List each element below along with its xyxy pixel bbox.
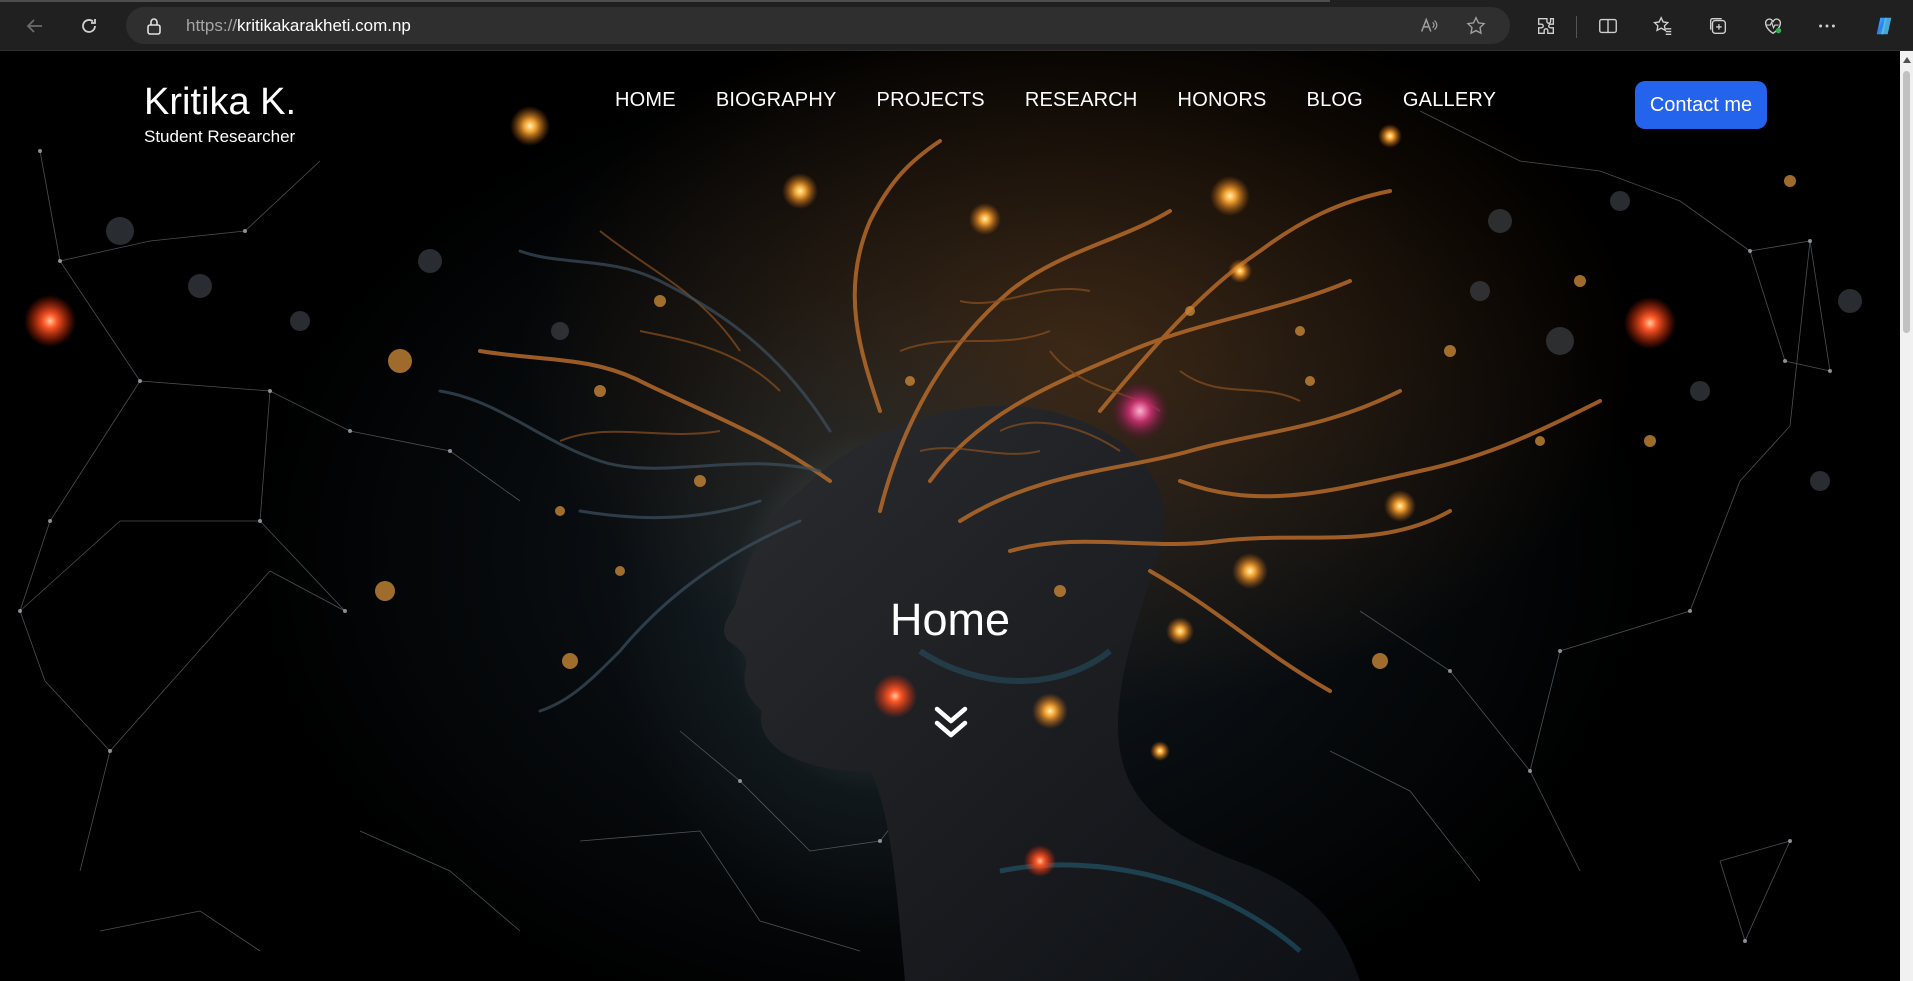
read-aloud-button[interactable] (1417, 14, 1441, 38)
page-load-progress (0, 0, 1330, 2)
browser-essentials-button[interactable] (1757, 10, 1789, 42)
refresh-button[interactable] (73, 10, 105, 42)
back-button[interactable] (19, 10, 51, 42)
extensions-icon (1537, 17, 1555, 35)
copilot-button[interactable] (1868, 10, 1900, 42)
extensions-button[interactable] (1530, 10, 1562, 42)
collections-button[interactable] (1702, 10, 1734, 42)
page-title: Home (889, 594, 1011, 645)
nav-biography[interactable]: BIOGRAPHY (716, 89, 837, 112)
toolbar-divider (1576, 16, 1577, 38)
double-chevron-down-icon[interactable] (929, 701, 973, 745)
hero-background-image (18, 106, 1862, 981)
copilot-icon (1876, 17, 1892, 35)
hero-section: Kritika K. Student Researcher HOME BIOGR… (0, 51, 1900, 981)
favorites-button[interactable] (1647, 10, 1679, 42)
scroll-up-arrow-icon[interactable] (1903, 57, 1911, 63)
more-options-button[interactable] (1811, 10, 1843, 42)
favorites-icon (1653, 16, 1672, 35)
scrollbar-thumb[interactable] (1903, 71, 1910, 333)
page-scrollbar[interactable] (1900, 51, 1913, 981)
read-aloud-icon (1420, 17, 1438, 32)
site-brand[interactable]: Kritika K. Student Researcher (144, 81, 296, 147)
main-nav: HOME BIOGRAPHY PROJECTS RESEARCH HONORS … (615, 89, 1536, 112)
contact-me-button[interactable]: Contact me (1635, 81, 1767, 129)
url-host: kritikakarakheti.com.np (237, 16, 411, 35)
nav-blog[interactable]: BLOG (1307, 89, 1363, 112)
nav-honors[interactable]: HONORS (1178, 89, 1267, 112)
lock-icon[interactable] (146, 17, 162, 35)
nav-gallery[interactable]: GALLERY (1403, 89, 1496, 112)
refresh-icon (82, 19, 96, 33)
nav-projects[interactable]: PROJECTS (877, 89, 985, 112)
url-text[interactable]: https://kritikakarakheti.com.np (186, 16, 411, 36)
url-protocol: https:// (186, 16, 238, 35)
split-screen-button[interactable] (1592, 10, 1624, 42)
nav-research[interactable]: RESEARCH (1025, 89, 1138, 112)
back-icon (26, 19, 42, 33)
brand-name[interactable]: Kritika K. (144, 81, 296, 123)
more-icon (1819, 24, 1835, 28)
split-screen-icon (1599, 18, 1617, 34)
brand-tagline: Student Researcher (144, 127, 296, 146)
favorite-star-icon (1466, 16, 1486, 35)
collections-icon (1709, 17, 1727, 35)
browser-essentials-icon (1764, 18, 1782, 35)
add-favorite-button[interactable] (1464, 14, 1488, 38)
nav-home[interactable]: HOME (615, 89, 676, 112)
address-bar[interactable]: https://kritikakarakheti.com.np (126, 7, 1510, 44)
browser-toolbar: https://kritikakarakheti.com.np (0, 0, 1913, 51)
